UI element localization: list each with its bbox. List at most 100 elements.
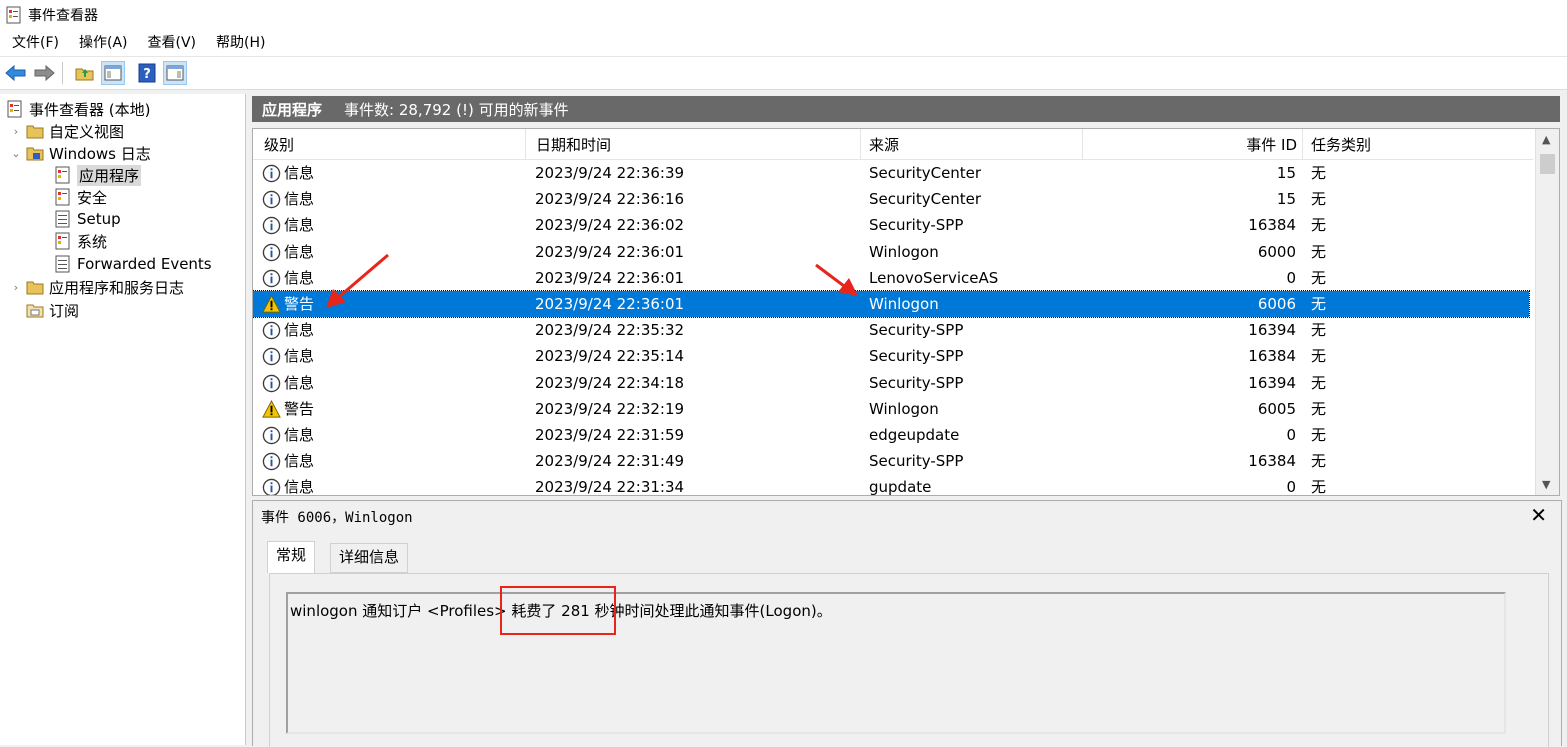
info-icon <box>262 426 281 445</box>
show-console-tree-button[interactable] <box>101 61 125 85</box>
cell-level: 警告 <box>284 295 315 313</box>
cell-datetime: 2023/9/24 22:36:01 <box>535 242 685 261</box>
scrollbar-thumb[interactable] <box>1540 154 1555 174</box>
scroll-down-arrow-icon[interactable]: ▼ <box>1542 478 1550 491</box>
tree-label-forwarded-events: Forwarded Events <box>77 255 212 273</box>
help-button[interactable]: ? <box>135 61 159 85</box>
cell-source: Security-SPP <box>869 373 964 392</box>
column-level-label: 级别 <box>264 136 295 154</box>
column-event-id[interactable]: 事件 ID <box>1083 129 1303 159</box>
table-row[interactable]: 警告 2023/9/24 22:32:19 Winlogon 6005 无 <box>253 396 1529 422</box>
cell-level: 信息 <box>284 268 315 287</box>
folder-icon <box>26 281 44 295</box>
back-button[interactable] <box>4 61 28 85</box>
tab-general[interactable]: 常规 <box>267 541 316 574</box>
cell-datetime: 2023/9/24 22:36:01 <box>535 268 685 287</box>
cell-event-id: 6000 <box>1257 242 1296 261</box>
cell-task-category: 无 <box>1311 164 1327 182</box>
cell-datetime: 2023/9/24 22:36:02 <box>535 216 685 235</box>
table-row[interactable]: 信息 2023/9/24 22:36:16 SecurityCenter 15 无 <box>253 186 1529 212</box>
show-action-pane-button[interactable] <box>163 61 187 85</box>
cell-task-category: 无 <box>1311 268 1327 287</box>
menu-view[interactable]: 查看(V) <box>138 30 207 56</box>
tree-root[interactable]: 事件查看器 (本地) <box>6 98 150 120</box>
info-icon <box>262 374 281 392</box>
table-row[interactable]: 信息 2023/9/24 22:31:49 Security-SPP 16384 无 <box>253 448 1529 474</box>
tab-details[interactable]: 详细信息 <box>330 543 409 573</box>
back-arrow-icon <box>5 64 26 82</box>
cell-level: 信息 <box>284 242 315 261</box>
tree-item-setup[interactable]: Setup <box>54 208 121 230</box>
tree-item-forwarded-events[interactable]: Forwarded Events <box>54 253 212 275</box>
log-title: 应用程序 <box>262 100 323 119</box>
log-icon <box>55 166 70 184</box>
cell-event-id: 6005 <box>1257 399 1296 418</box>
table-row[interactable]: 信息 2023/9/24 22:36:01 Winlogon 6000 无 <box>253 239 1529 265</box>
menu-action[interactable]: 操作(A) <box>69 30 138 56</box>
up-folder-button[interactable] <box>73 61 97 85</box>
table-row[interactable]: 信息 2023/9/24 22:36:01 LenovoServiceAS 0 无 <box>253 265 1529 291</box>
cell-task-category: 无 <box>1311 216 1327 235</box>
event-message-box[interactable]: winlogon 通知订户 <Profiles> 耗费了 281 秒钟时间处理此… <box>286 592 1506 734</box>
cell-source: gupdate <box>869 478 932 496</box>
cell-datetime: 2023/9/24 22:31:34 <box>535 478 685 496</box>
tree-label-application: 应用程序 <box>77 164 142 186</box>
table-row[interactable]: 信息 2023/9/24 22:35:32 Security-SPP 16394 无 <box>253 317 1529 343</box>
cell-source: Security-SPP <box>869 347 964 366</box>
tree-item-subscriptions[interactable]: 订阅 <box>26 299 79 321</box>
info-icon <box>262 321 281 340</box>
cell-source: SecurityCenter <box>869 164 982 182</box>
cell-task-category: 无 <box>1311 478 1327 496</box>
svg-text:?: ? <box>143 67 151 82</box>
help-icon: ? <box>138 63 156 83</box>
table-row[interactable]: 信息 2023/9/24 22:31:59 edgeupdate 0 无 <box>253 422 1529 448</box>
tree-label-subscriptions: 订阅 <box>49 301 80 320</box>
cell-event-id: 16384 <box>1248 216 1296 235</box>
table-row[interactable]: 信息 2023/9/24 22:36:39 SecurityCenter 15 无 <box>253 160 1529 186</box>
close-icon[interactable]: ✕ <box>1530 503 1547 527</box>
cell-source: Winlogon <box>869 295 939 313</box>
table-row[interactable]: 信息 2023/9/24 22:34:18 Security-SPP 16394 无 <box>253 370 1529 396</box>
cell-datetime: 2023/9/24 22:31:49 <box>535 452 685 471</box>
column-task-category[interactable]: 任务类别 <box>1303 129 1533 159</box>
table-row[interactable]: 信息 2023/9/24 22:36:02 Security-SPP 16384 无 <box>253 212 1529 238</box>
log-icon <box>55 188 70 206</box>
menu-file[interactable]: 文件(F) <box>0 30 69 56</box>
folder-icon <box>26 147 44 161</box>
chevron-right-icon[interactable]: › <box>10 125 22 138</box>
column-datetime[interactable]: 日期和时间 <box>526 129 861 159</box>
column-source-label: 来源 <box>869 136 900 154</box>
tree-item-application[interactable]: 应用程序 <box>54 164 142 186</box>
chevron-right-icon[interactable]: › <box>10 281 22 294</box>
tree-item-custom-views[interactable]: › 自定义视图 <box>10 120 124 142</box>
tree-item-windows-logs[interactable]: ⌄ Windows 日志 <box>10 142 151 164</box>
column-level[interactable]: 级别 <box>253 129 526 159</box>
table-row[interactable]: 信息 2023/9/24 22:35:14 Security-SPP 16384 无 <box>253 343 1529 369</box>
column-source[interactable]: 来源 <box>861 129 1083 159</box>
tree-item-security[interactable]: 安全 <box>54 186 107 208</box>
cell-level: 信息 <box>284 478 315 496</box>
tree-label-windows-logs: Windows 日志 <box>49 144 151 163</box>
log-header-bar: 应用程序 事件数: 28,792 (!) 可用的新事件 <box>252 96 1560 122</box>
cell-source: Winlogon <box>869 242 939 261</box>
folder-icon <box>26 125 44 139</box>
table-row[interactable]: 信息 2023/9/24 22:31:34 gupdate 0 无 <box>253 474 1529 496</box>
cell-source: Security-SPP <box>869 216 964 235</box>
tree-label-custom-views: 自定义视图 <box>49 122 125 141</box>
info-icon <box>262 217 281 235</box>
forward-button[interactable] <box>32 61 56 85</box>
menu-help[interactable]: 帮助(H) <box>206 30 275 56</box>
cell-datetime: 2023/9/24 22:36:01 <box>535 295 685 313</box>
table-row-selected[interactable]: 警告 2023/9/24 22:36:01 Winlogon 6006 无 <box>253 290 1530 318</box>
info-icon <box>262 348 281 366</box>
cell-level: 信息 <box>284 452 315 471</box>
event-list[interactable]: 级别 日期和时间 来源 事件 ID 任务类别 信息 2023/9/24 22:36… <box>252 128 1560 496</box>
tree-item-system[interactable]: 系统 <box>54 230 107 252</box>
cell-event-id: 15 <box>1276 164 1296 182</box>
cell-event-id: 16394 <box>1248 321 1296 340</box>
event-list-scrollbar[interactable]: ▲ ▼ <box>1535 129 1559 495</box>
scroll-up-arrow-icon[interactable]: ▲ <box>1542 133 1550 146</box>
chevron-down-icon[interactable]: ⌄ <box>10 147 22 160</box>
tree-label-security: 安全 <box>77 188 108 207</box>
tree-item-app-service-logs[interactable]: › 应用程序和服务日志 <box>10 276 184 298</box>
